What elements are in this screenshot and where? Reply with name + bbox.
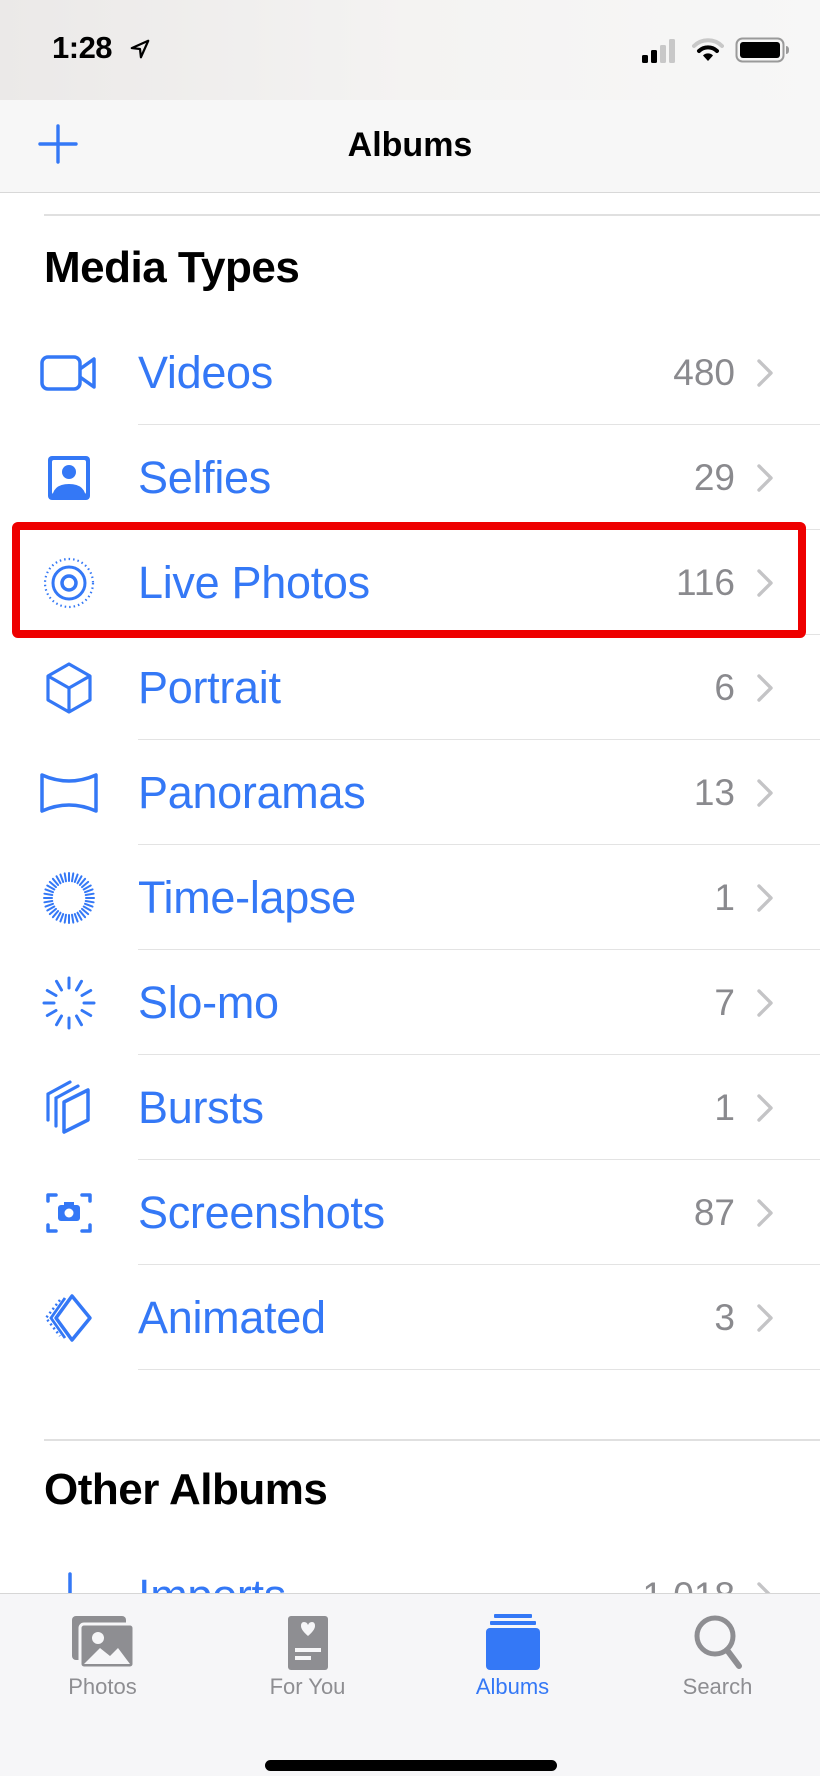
album-row-selfies[interactable]: Selfies 29 — [0, 425, 820, 530]
import-icon — [68, 1572, 72, 1593]
tab-label: Search — [682, 1674, 753, 1699]
chevron-right-icon — [757, 1304, 773, 1332]
album-label: Animated — [138, 1292, 326, 1343]
album-row-portrait[interactable]: Portrait 6 — [0, 635, 820, 740]
status-time: 1:28 — [52, 30, 113, 65]
album-label: Panoramas — [138, 767, 366, 818]
photos-icon — [71, 1616, 135, 1670]
wifi-icon — [692, 38, 724, 61]
chevron-right-icon — [757, 1582, 771, 1593]
tab-label: For You — [269, 1674, 346, 1699]
chevron-right-icon — [757, 989, 773, 1017]
tab-label: Albums — [475, 1674, 550, 1699]
tab-bar: Photos For You Albums Search — [0, 1593, 820, 1776]
section-title-media-types: Media Types — [44, 243, 300, 292]
album-label: Videos — [138, 347, 273, 398]
section-title-other-albums: Other Albums — [44, 1465, 328, 1514]
album-row-slo-mo[interactable]: Slo-mo 7 — [0, 950, 820, 1055]
album-row-bursts[interactable]: Bursts 1 — [0, 1055, 820, 1160]
album-row-animated[interactable]: Animated 3 — [0, 1265, 820, 1370]
album-count: 87 — [693, 1192, 735, 1233]
album-row-videos[interactable]: Videos 480 — [0, 320, 820, 425]
album-count: 29 — [693, 457, 735, 498]
location-arrow-icon — [130, 39, 150, 59]
album-label: Screenshots — [138, 1187, 385, 1238]
album-label: Time-lapse — [138, 872, 356, 923]
album-label: Bursts — [138, 1082, 264, 1133]
album-count: 480 — [673, 352, 735, 393]
album-count: 13 — [693, 772, 735, 813]
selfie-portrait-icon — [48, 456, 90, 500]
album-count: 3 — [714, 1297, 735, 1338]
divider — [44, 1439, 820, 1441]
cube-icon — [46, 662, 92, 714]
screenshot-icon — [46, 1193, 92, 1233]
album-row-time-lapse[interactable]: Time-lapse 1 — [0, 845, 820, 950]
status-bar: 1:28 — [0, 0, 820, 100]
tab-for-you[interactable]: For You — [205, 1594, 410, 1714]
album-label: Live Photos — [138, 557, 370, 608]
animated-icon — [44, 1294, 92, 1342]
video-camera-icon — [40, 355, 96, 391]
album-count: 116 — [676, 562, 735, 603]
album-row-live-photos[interactable]: Live Photos 116 — [0, 530, 820, 635]
album-label: Portrait — [138, 662, 281, 713]
bursts-icon — [46, 1080, 90, 1134]
chevron-right-icon — [757, 1094, 773, 1122]
album-row-panoramas[interactable]: Panoramas 13 — [0, 740, 820, 845]
chevron-right-icon — [757, 779, 773, 807]
page-title: Albums — [347, 126, 473, 164]
time-lapse-icon — [43, 872, 95, 924]
chevron-right-icon — [757, 1199, 773, 1227]
navigation-bar: Albums — [0, 100, 820, 193]
battery-icon — [735, 37, 789, 63]
album-label: Slo-mo — [138, 977, 279, 1028]
for-you-icon — [287, 1616, 328, 1670]
tab-label: Photos — [68, 1674, 137, 1699]
albums-list[interactable]: Media Types Videos 480 Selfies 29 Live Photo… — [0, 193, 820, 1593]
live-photo-icon — [43, 557, 95, 609]
chevron-right-icon — [757, 674, 773, 702]
albums-icon — [485, 1614, 540, 1670]
cellular-signal-icon — [642, 39, 675, 63]
panorama-icon — [40, 773, 98, 813]
tab-albums[interactable]: Albums — [410, 1594, 615, 1714]
album-row-screenshots[interactable]: Screenshots 87 — [0, 1160, 820, 1265]
chevron-right-icon — [757, 359, 773, 387]
album-label: Selfies — [138, 452, 271, 503]
chevron-right-icon — [757, 464, 773, 492]
slo-mo-icon — [42, 976, 96, 1030]
album-count: 1 — [714, 877, 735, 918]
chevron-right-icon — [757, 569, 773, 597]
row-separator — [138, 1368, 820, 1370]
home-indicator[interactable] — [265, 1760, 557, 1771]
album-count: 6 — [714, 667, 735, 708]
album-label: Imports — [138, 1570, 286, 1593]
tab-photos[interactable]: Photos — [0, 1594, 205, 1714]
tab-search[interactable]: Search — [615, 1594, 820, 1714]
chevron-right-icon — [757, 884, 773, 912]
album-count: 7 — [714, 982, 735, 1023]
search-icon — [694, 1615, 742, 1669]
divider — [44, 214, 820, 216]
album-count: 1,018 — [642, 1575, 735, 1593]
album-row-imports[interactable]: Imports 1,018 — [0, 1543, 820, 1593]
album-count: 1 — [714, 1087, 735, 1128]
